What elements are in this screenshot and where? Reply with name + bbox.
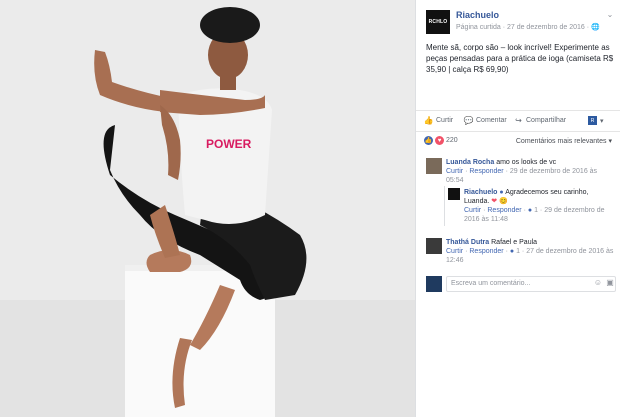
separator: · — [483, 207, 486, 214]
avatar[interactable] — [426, 158, 442, 174]
page-avatar-icon: R — [588, 116, 597, 125]
comment-icon: 💬 — [463, 116, 474, 125]
verified-badge-icon: ● — [499, 189, 504, 196]
comment-item: Thathá Dutra Rafael e Paula Curtir · Res… — [426, 238, 616, 266]
reactions-summary[interactable]: 👍 ♥ 220 — [424, 136, 458, 145]
comment-composer: Escreva um comentário... ☺ ▣ — [426, 276, 616, 294]
comment-like-count[interactable]: 1 — [534, 207, 538, 214]
comment-sort-label: Comentários mais relevantes — [515, 138, 607, 145]
share-icon: ↪ — [515, 116, 522, 125]
like-button[interactable]: 👍 Curtir — [423, 116, 454, 125]
comment-label: Comentar — [476, 117, 507, 124]
commenter-name[interactable]: Luanda Rocha — [446, 159, 494, 166]
commenter-name[interactable]: Riachuelo — [464, 189, 497, 196]
separator: · — [505, 168, 508, 175]
comment-input[interactable]: Escreva um comentário... — [446, 276, 616, 292]
avatar[interactable] — [448, 188, 460, 200]
separator: · — [523, 207, 526, 214]
emoji: ❤ 😊 — [491, 198, 508, 205]
comment-text: amo os looks de vc — [496, 159, 557, 166]
caret-down-icon: ▾ — [600, 117, 604, 125]
post-header: RCHLO Riachuelo Página curtida · 27 de d… — [426, 10, 616, 40]
post-meta: Página curtida · 27 de dezembro de 2016 … — [456, 23, 600, 31]
emoji-icon[interactable]: ☺ — [593, 278, 603, 288]
post-sidebar: RCHLO Riachuelo Página curtida · 27 de d… — [415, 0, 620, 417]
photo-illustration: POWER — [0, 0, 415, 417]
audience-selector[interactable]: R ▾ — [588, 116, 604, 125]
page-name-link[interactable]: Riachuelo — [456, 10, 499, 20]
reply-item: Riachuelo ● Agradecemos seu carinho, Lua… — [448, 188, 618, 228]
separator: · — [521, 248, 525, 255]
post-text: Mente sã, corpo são – look incrível! Exp… — [426, 43, 614, 74]
comment-reply-link[interactable]: Responder — [469, 248, 503, 255]
facebook-photo-viewer: POWER RCHLO Riachuelo Página curtida · 2… — [0, 0, 620, 417]
thumbs-up-icon: 👍 — [423, 116, 434, 125]
comment-reply-link[interactable]: Responder — [487, 207, 521, 214]
page-logo-text: RCHLO — [428, 19, 448, 25]
love-reaction-icon: ♥ — [435, 136, 444, 145]
caret-down-icon: ▾ — [608, 138, 612, 145]
chevron-down-icon[interactable]: ⌄ — [604, 10, 616, 22]
commenter-name[interactable]: Thathá Dutra — [446, 239, 489, 246]
separator: · — [539, 207, 543, 214]
separator: · — [465, 168, 468, 175]
comment-like-link[interactable]: Curtir — [446, 248, 463, 255]
share-button[interactable]: ↪ Compartilhar — [514, 116, 566, 125]
comment-button[interactable]: 💬 Comentar — [464, 116, 507, 125]
avatar — [426, 276, 442, 292]
globe-icon: 🌐 — [591, 24, 600, 31]
comment-text: Rafael e Paula — [491, 239, 538, 246]
comment-like-link[interactable]: Curtir — [464, 207, 481, 214]
comment-like-count[interactable]: 1 — [516, 248, 520, 255]
avatar[interactable] — [426, 238, 442, 254]
comment-sort-dropdown[interactable]: Comentários mais relevantes ▾ — [516, 137, 612, 145]
like-count-icon: ● — [527, 207, 533, 214]
page-logo[interactable]: RCHLO — [426, 10, 450, 34]
shirt-print-text: POWER — [206, 137, 252, 151]
camera-icon[interactable]: ▣ — [605, 278, 615, 288]
comment-item: Luanda Rocha amo os looks de vc Curtir ·… — [426, 158, 616, 186]
like-count-icon: ● — [509, 248, 515, 255]
like-label: Curtir — [436, 117, 454, 124]
separator: · — [465, 248, 468, 255]
share-label: Compartilhar — [526, 117, 567, 124]
post-actions: 👍 Curtir 💬 Comentar ↪ Compartilhar R ▾ — [416, 110, 620, 132]
comment-like-link[interactable]: Curtir — [446, 168, 463, 175]
comment-reply-link[interactable]: Responder — [469, 168, 503, 175]
like-reaction-icon: 👍 — [424, 136, 433, 145]
reactions-count: 220 — [446, 137, 458, 144]
post-meta-text: Página curtida · 27 de dezembro de 2016 … — [456, 24, 592, 31]
separator: · — [505, 248, 508, 255]
reply-thread-line — [444, 186, 445, 226]
post-photo[interactable]: POWER — [0, 0, 415, 417]
